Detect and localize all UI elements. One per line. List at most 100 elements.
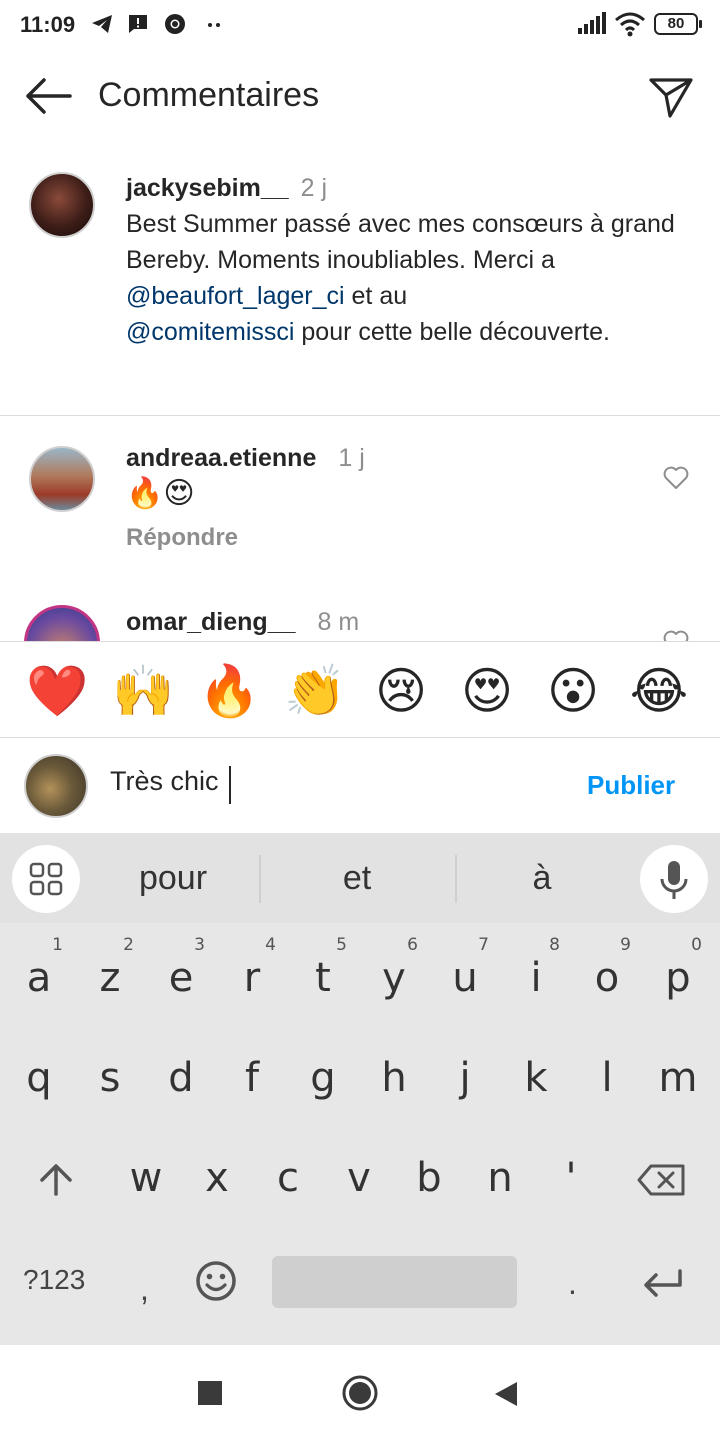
recent-apps-icon[interactable] bbox=[198, 1381, 222, 1405]
keyboard-menu-button[interactable] bbox=[12, 845, 80, 913]
avatar[interactable] bbox=[29, 446, 95, 512]
caption-username[interactable]: jackysebim__ bbox=[126, 174, 289, 202]
key-w[interactable]: w bbox=[116, 1135, 176, 1225]
key-apostrophe[interactable]: ' bbox=[541, 1135, 601, 1225]
emoji-crying-face[interactable]: 😢 bbox=[370, 660, 432, 722]
key-period[interactable]: . bbox=[568, 1265, 577, 1302]
comment-time: 1 j bbox=[338, 444, 365, 472]
message-alert-icon bbox=[129, 15, 147, 33]
emoji-red-heart[interactable]: ❤️ bbox=[26, 660, 88, 722]
publish-button[interactable]: Publier bbox=[587, 770, 675, 801]
key-r[interactable]: 4r bbox=[222, 935, 282, 1025]
comment-username[interactable]: andreaa.etienne bbox=[126, 444, 316, 472]
emoji-tears-of-joy[interactable]: 😂 bbox=[628, 660, 690, 722]
system-navigation-bar bbox=[0, 1345, 720, 1440]
key-p[interactable]: 0p bbox=[648, 935, 708, 1025]
telegram-icon bbox=[92, 15, 112, 33]
emoji-reaction-bar: ❤️ 🙌 🔥 👏 😢 😍 😮 😂 bbox=[0, 641, 720, 738]
page-title: Commentaires bbox=[98, 76, 320, 114]
key-k[interactable]: k bbox=[506, 1035, 566, 1125]
key-l[interactable]: l bbox=[577, 1035, 637, 1125]
key-s[interactable]: s bbox=[80, 1035, 140, 1125]
wifi-icon bbox=[615, 12, 645, 37]
key-c[interactable]: c bbox=[258, 1135, 318, 1225]
key-u[interactable]: 7u bbox=[435, 935, 495, 1025]
avatar[interactable] bbox=[24, 605, 100, 641]
caption-body-3: pour cette belle découverte. bbox=[294, 318, 610, 346]
suggestion-word[interactable]: pour bbox=[93, 859, 253, 898]
status-time: 11:09 bbox=[20, 12, 76, 37]
key-n[interactable]: n bbox=[470, 1135, 530, 1225]
like-heart-icon[interactable] bbox=[663, 466, 689, 490]
emoji-heart-eyes[interactable]: 😍 bbox=[456, 660, 518, 722]
comment-text: 🔥😍 bbox=[126, 477, 195, 510]
back-arrow-icon[interactable] bbox=[24, 78, 72, 114]
voice-input-button[interactable] bbox=[640, 845, 708, 913]
space-bar[interactable] bbox=[272, 1256, 517, 1308]
comment-header: omar_dieng__ 8 m bbox=[126, 608, 359, 637]
key-b[interactable]: b bbox=[399, 1135, 459, 1225]
divider bbox=[259, 855, 261, 903]
apps-grid-icon bbox=[29, 862, 63, 896]
avatar bbox=[24, 754, 88, 818]
comment-input[interactable]: Très chic bbox=[110, 766, 219, 797]
emoji-raising-hands[interactable]: 🙌 bbox=[112, 660, 174, 722]
key-o[interactable]: 9o bbox=[577, 935, 637, 1025]
key-i[interactable]: 8i bbox=[506, 935, 566, 1025]
comment-input-row: Très chic Publier bbox=[0, 738, 720, 833]
comment-header: andreaa.etienne 1 j bbox=[126, 444, 365, 473]
home-icon[interactable] bbox=[341, 1374, 379, 1412]
mention-link[interactable]: @beaufort_lager_ci bbox=[126, 282, 345, 310]
caption-text: jackysebim__ 2 j Best Summer passé avec m… bbox=[126, 170, 686, 350]
key-v[interactable]: v bbox=[329, 1135, 389, 1225]
key-f[interactable]: f bbox=[222, 1035, 282, 1125]
suggestion-strip: pour et à bbox=[0, 833, 720, 923]
symbols-key[interactable]: ?123 bbox=[23, 1264, 85, 1296]
divider bbox=[455, 855, 457, 903]
emoji-surprised-face[interactable]: 😮 bbox=[542, 660, 604, 722]
key-x[interactable]: x bbox=[187, 1135, 247, 1225]
mention-link[interactable]: @comitemissci bbox=[126, 318, 294, 346]
shift-arrow-icon[interactable] bbox=[36, 1160, 76, 1198]
emoji-smiley-icon[interactable] bbox=[195, 1260, 237, 1302]
direct-message-icon[interactable] bbox=[648, 74, 694, 120]
status-bar: 11:09 80 bbox=[0, 0, 720, 50]
key-y[interactable]: 6y bbox=[364, 935, 424, 1025]
suggestion-word[interactable]: et bbox=[277, 859, 437, 898]
key-j[interactable]: j bbox=[435, 1035, 495, 1125]
backspace-icon[interactable] bbox=[637, 1163, 687, 1197]
key-comma[interactable]: , bbox=[140, 1271, 149, 1308]
microphone-icon bbox=[660, 861, 688, 899]
avatar[interactable] bbox=[29, 172, 95, 238]
comment-username[interactable]: omar_dieng__ bbox=[126, 608, 296, 636]
key-a[interactable]: 1a bbox=[9, 935, 69, 1025]
signal-icon bbox=[578, 12, 606, 34]
keyboard: pour et à 1a 2z 3e 4r 5t 6y 7u 8i 9o 0p … bbox=[0, 833, 720, 1345]
emoji-fire[interactable]: 🔥 bbox=[198, 660, 260, 722]
key-h[interactable]: h bbox=[364, 1035, 424, 1125]
key-q[interactable]: q bbox=[9, 1035, 69, 1125]
reply-button[interactable]: Répondre bbox=[126, 524, 238, 552]
comment-time: 8 m bbox=[317, 608, 360, 636]
battery-indicator: 80 bbox=[654, 13, 702, 35]
chrome-icon bbox=[165, 14, 185, 34]
caption-body-2: et au bbox=[344, 282, 408, 310]
comment-item: omar_dieng__ 8 m bbox=[0, 600, 720, 641]
suggestion-word[interactable]: à bbox=[462, 859, 622, 898]
emoji-clapping-hands[interactable]: 👏 bbox=[284, 660, 346, 722]
more-notifications-icon bbox=[208, 23, 220, 27]
key-g[interactable]: g bbox=[293, 1035, 353, 1125]
enter-key-icon[interactable] bbox=[640, 1267, 684, 1299]
text-cursor bbox=[229, 766, 231, 804]
header: Commentaires bbox=[0, 50, 720, 145]
key-z[interactable]: 2z bbox=[80, 935, 140, 1025]
like-heart-icon[interactable] bbox=[663, 630, 689, 641]
key-m[interactable]: m bbox=[648, 1035, 708, 1125]
back-triangle-icon[interactable] bbox=[493, 1380, 519, 1408]
key-d[interactable]: d bbox=[151, 1035, 211, 1125]
caption-body-1: Best Summer passé avec mes consœurs à gr… bbox=[126, 210, 675, 274]
key-e[interactable]: 3e bbox=[151, 935, 211, 1025]
post-caption: jackysebim__ 2 j Best Summer passé avec m… bbox=[0, 160, 720, 416]
caption-time: 2 j bbox=[300, 174, 328, 202]
key-t[interactable]: 5t bbox=[293, 935, 353, 1025]
